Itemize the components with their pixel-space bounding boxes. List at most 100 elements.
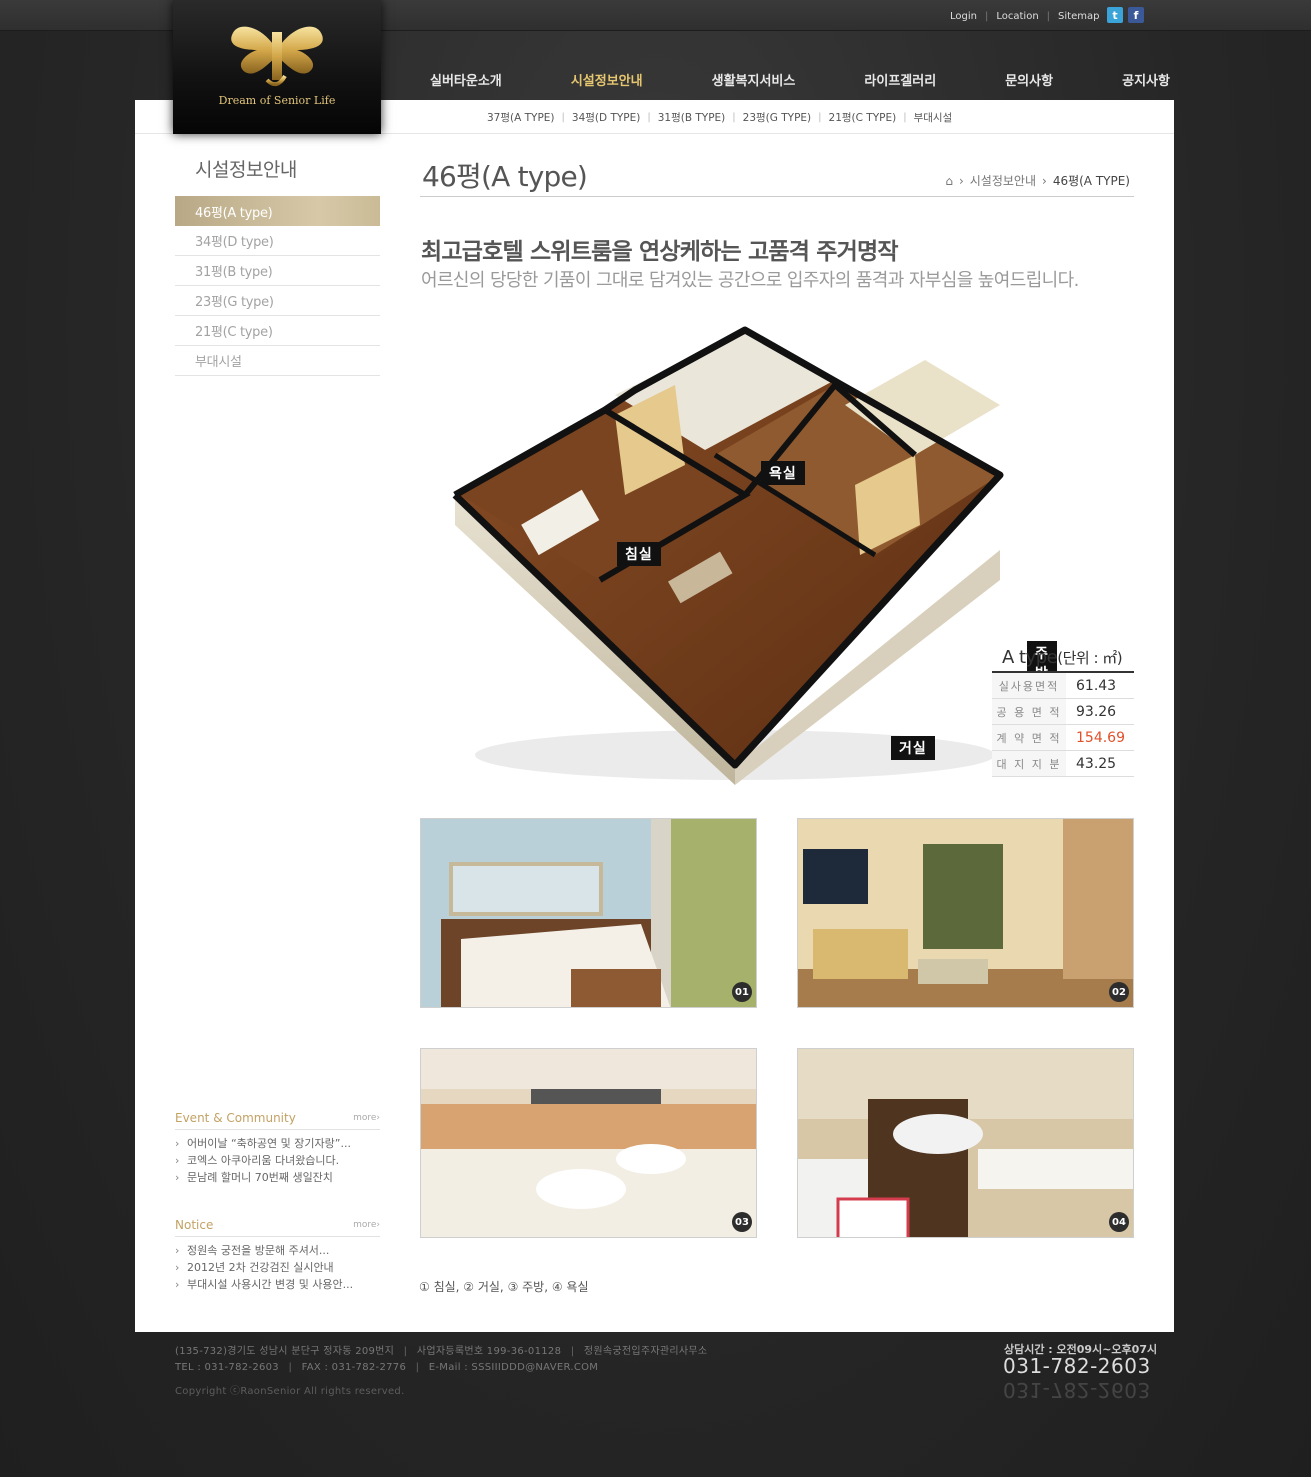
sub-nav-item[interactable]: 31평(B TYPE) bbox=[658, 110, 726, 125]
area-key: 실사용면적 bbox=[992, 673, 1066, 698]
divider: | bbox=[903, 112, 907, 123]
subline: 어르신의 당당한 기품이 그대로 담겨있는 공간으로 입주자의 품격과 자부심을… bbox=[421, 270, 1079, 291]
divider: | bbox=[403, 1346, 408, 1357]
sub-nav-item[interactable]: 부대시설 bbox=[914, 110, 953, 125]
table-row: 계 약 면 적 154.69 bbox=[992, 725, 1134, 751]
table-row: 대 지 지 분 43.25 bbox=[992, 751, 1134, 777]
twitter-icon[interactable]: t bbox=[1107, 7, 1123, 23]
divider: | bbox=[561, 112, 565, 123]
tel: TEL : 031-782-2603 bbox=[175, 1362, 279, 1373]
breadcrumb: ⌂ › 시설정보안내 › 46평(A TYPE) bbox=[945, 172, 1130, 189]
side-item-34[interactable]: 34평(D type) bbox=[175, 226, 380, 256]
copyright: Copyright ⓒRaonSenior All rights reserve… bbox=[175, 1386, 405, 1397]
breadcrumb-current: 46평(A TYPE) bbox=[1052, 174, 1130, 188]
email: E-Mail : SSSIIIDDD@NAVER.COM bbox=[428, 1362, 599, 1373]
call-number: 031-782-2603 bbox=[1003, 1354, 1151, 1378]
area-key: 계 약 면 적 bbox=[992, 725, 1066, 750]
side-item-23[interactable]: 23평(G type) bbox=[175, 286, 380, 316]
bathroom-photo-image bbox=[798, 1049, 1133, 1237]
chevron-right-icon: › bbox=[958, 173, 964, 188]
nav-item-welfare[interactable]: 생활복지서비스 bbox=[712, 70, 796, 90]
table-row: 공 용 면 적 93.26 bbox=[992, 699, 1134, 725]
photo-number: 01 bbox=[732, 982, 752, 1002]
side-item-facilities[interactable]: 부대시설 bbox=[175, 346, 380, 376]
call-number-reflection: 031-782-2603 bbox=[1003, 1378, 1151, 1402]
home-icon[interactable]: ⌂ bbox=[945, 174, 953, 188]
logo[interactable]: Dream of Senior Life bbox=[173, 0, 381, 134]
divider: | bbox=[1046, 10, 1051, 22]
sub-nav-item[interactable]: 34평(D TYPE) bbox=[572, 110, 640, 125]
office-name: 정원속궁전입주자관리사무소 bbox=[583, 1346, 708, 1357]
main-nav: 실버타운소개 시설정보안내 생활복지서비스 라이프겔러리 문의사항 공지사항 bbox=[430, 70, 1170, 90]
plan-label-bed: 침실 bbox=[617, 542, 661, 566]
notice-title: Notice bbox=[175, 1217, 214, 1232]
list-item[interactable]: 코엑스 아쿠아리움 다녀왔습니다. bbox=[175, 1152, 380, 1169]
divider: | bbox=[984, 10, 989, 22]
event-more-link[interactable]: more› bbox=[353, 1113, 380, 1123]
facebook-icon[interactable]: f bbox=[1128, 7, 1144, 23]
area-value: 61.43 bbox=[1076, 677, 1117, 694]
list-item[interactable]: 2012년 2차 건강검진 실시안내 bbox=[175, 1259, 380, 1276]
photo-living[interactable]: 02 bbox=[797, 818, 1134, 1008]
business-number: 사업자등록번호 199-36-01128 bbox=[416, 1346, 562, 1357]
side-title: 시설정보안내 bbox=[195, 159, 297, 181]
login-link[interactable]: Login bbox=[950, 11, 977, 22]
event-board: Event & Community more› 어버이날 “축하공연 및 장기자… bbox=[175, 1106, 380, 1186]
nav-item-facility[interactable]: 시설정보안내 bbox=[571, 70, 643, 90]
photo-number: 03 bbox=[732, 1212, 752, 1232]
photo-kitchen[interactable]: 03 bbox=[420, 1048, 757, 1238]
divider: | bbox=[732, 112, 736, 123]
kitchen-photo-image bbox=[421, 1049, 756, 1237]
utility-links: Login | Location | Sitemap bbox=[950, 9, 1099, 23]
sub-nav-item[interactable]: 37평(A TYPE) bbox=[487, 110, 555, 125]
divider: | bbox=[570, 1346, 575, 1357]
table-row: 실사용면적 61.43 bbox=[992, 673, 1134, 699]
divider: | bbox=[818, 112, 822, 123]
side-item-31[interactable]: 31평(B type) bbox=[175, 256, 380, 286]
side-item-46[interactable]: 46평(A type) bbox=[175, 196, 380, 226]
location-link[interactable]: Location bbox=[996, 11, 1038, 22]
area-value: 43.25 bbox=[1076, 755, 1117, 772]
area-type: A type bbox=[1002, 646, 1058, 668]
divider: | bbox=[288, 1362, 293, 1373]
photo-bedroom[interactable]: 01 bbox=[420, 818, 757, 1008]
headline: 최고급호텔 스위트룸을 연상케하는 고품격 주거명작 bbox=[421, 239, 899, 265]
social-links: t f bbox=[1107, 7, 1144, 23]
photo-number: 02 bbox=[1109, 982, 1129, 1002]
list-item[interactable]: 어버이날 “축하공연 및 장기자랑”... bbox=[175, 1135, 380, 1152]
breadcrumb-item[interactable]: 시설정보안내 bbox=[970, 172, 1036, 189]
nav-item-notice[interactable]: 공지사항 bbox=[1122, 70, 1170, 90]
footer-address: (135-732)경기도 성남시 분단구 정자동 209번지 | 사업자등록번호… bbox=[175, 1342, 707, 1357]
side-item-21[interactable]: 21평(C type) bbox=[175, 316, 380, 346]
photo-number: 04 bbox=[1109, 1212, 1129, 1232]
photo-caption: ① 침실, ② 거실, ③ 주방, ④ 욕실 bbox=[419, 1280, 589, 1294]
nav-item-inquiry[interactable]: 문의사항 bbox=[1005, 70, 1053, 90]
nav-item-about[interactable]: 실버타운소개 bbox=[430, 70, 502, 90]
area-key: 대 지 지 분 bbox=[992, 751, 1066, 776]
address: (135-732)경기도 성남시 분단구 정자동 209번지 bbox=[175, 1346, 395, 1357]
area-key: 공 용 면 적 bbox=[992, 699, 1066, 724]
chevron-right-icon: › bbox=[1042, 173, 1047, 188]
nav-item-gallery[interactable]: 라이프겔러리 bbox=[864, 70, 936, 90]
sub-nav-item[interactable]: 23평(G TYPE) bbox=[743, 110, 811, 125]
area-table: A type (단위 : ㎡) 실사용면적 61.43 공 용 면 적 93.2… bbox=[992, 643, 1134, 777]
content-container: 37평(A TYPE) | 34평(D TYPE) | 31평(B TYPE) | 2… bbox=[135, 100, 1174, 1332]
fax: FAX : 031-782-2776 bbox=[301, 1362, 407, 1373]
floor-plan: 욕실 침실 주방 거실 bbox=[415, 315, 1057, 795]
area-value: 93.26 bbox=[1076, 703, 1117, 720]
list-item[interactable]: 부대시설 사용시간 변경 및 사용안... bbox=[175, 1276, 380, 1293]
logo-text: Dream of Senior Life bbox=[218, 94, 336, 107]
floor-plan-illustration bbox=[452, 326, 1004, 785]
plan-label-bath: 욕실 bbox=[761, 461, 805, 485]
title-divider bbox=[420, 196, 1134, 197]
list-item[interactable]: 정원속 궁전을 방문해 주셔서... bbox=[175, 1242, 380, 1259]
divider: | bbox=[415, 1362, 420, 1373]
sub-nav-item[interactable]: 21평(C TYPE) bbox=[829, 110, 897, 125]
photo-bathroom[interactable]: 04 bbox=[797, 1048, 1134, 1238]
sitemap-link[interactable]: Sitemap bbox=[1058, 11, 1099, 22]
list-item[interactable]: 문남례 할머니 70번째 생일잔치 bbox=[175, 1169, 380, 1186]
bedroom-photo-image bbox=[421, 819, 756, 1007]
divider: | bbox=[647, 112, 651, 123]
area-unit: (단위 : ㎡) bbox=[1057, 648, 1123, 667]
notice-more-link[interactable]: more› bbox=[353, 1220, 380, 1230]
